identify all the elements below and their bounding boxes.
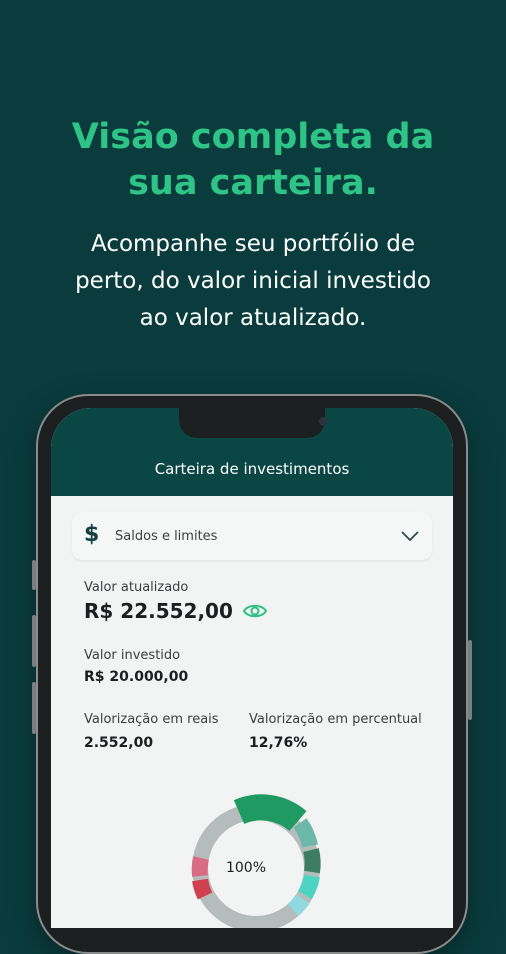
- headline-line2: sua carteira.: [128, 163, 378, 203]
- current-value: R$ 22.552,00: [84, 599, 233, 623]
- donut-center-label: 100%: [225, 860, 267, 876]
- donut-segment-darkgreen: [303, 848, 321, 874]
- donut-segment-green: [233, 794, 307, 832]
- donut-segment-cyan: [297, 874, 320, 900]
- donut-segment-red: [192, 878, 213, 900]
- phone-side-button: [32, 560, 36, 590]
- phone-side-button: [32, 682, 36, 734]
- gain-percent-label: Valorização em percentual: [249, 712, 422, 727]
- invested-label: Valor investido: [84, 648, 181, 663]
- invested-value: R$ 20.000,00: [84, 669, 189, 685]
- subhead-line3: ao valor atualizado.: [139, 305, 367, 331]
- headline: Visão completa da sua carteira.: [0, 114, 506, 206]
- phone-side-button: [32, 615, 36, 667]
- balances-label: Saldos e limites: [115, 529, 218, 544]
- balances-dropdown[interactable]: $ Saldos e limites: [72, 512, 432, 560]
- phone-side-button: [468, 640, 472, 720]
- app-header: Carteira de investimentos: [51, 408, 453, 496]
- donut-segment-teal: [293, 818, 318, 848]
- headline-line1: Visão completa da: [71, 117, 435, 157]
- donut-segment-lightblue: [287, 894, 310, 917]
- notch: [179, 408, 328, 438]
- subhead-line2: perto, do valor inicial investido: [75, 268, 431, 294]
- subhead-line1: Acompanhe seu portfólio de: [90, 231, 415, 257]
- allocation-donut: [191, 794, 321, 928]
- chevron-down-icon[interactable]: [398, 524, 422, 548]
- app-title: Carteira de investimentos: [154, 460, 350, 478]
- gain-percent-value: 12,76%: [249, 735, 308, 751]
- subhead: Acompanhe seu portfólio de perto, do val…: [0, 226, 506, 337]
- gain-reais-label: Valorização em reais: [84, 712, 219, 727]
- gain-reais-value: 2.552,00: [84, 735, 154, 751]
- camera-icon: [319, 417, 328, 426]
- dollar-icon: $: [84, 522, 100, 547]
- phone-screen: Carteira de investimentos $ Saldos e lim…: [51, 408, 453, 928]
- eye-icon[interactable]: [243, 602, 267, 620]
- current-value-label: Valor atualizado: [84, 580, 189, 595]
